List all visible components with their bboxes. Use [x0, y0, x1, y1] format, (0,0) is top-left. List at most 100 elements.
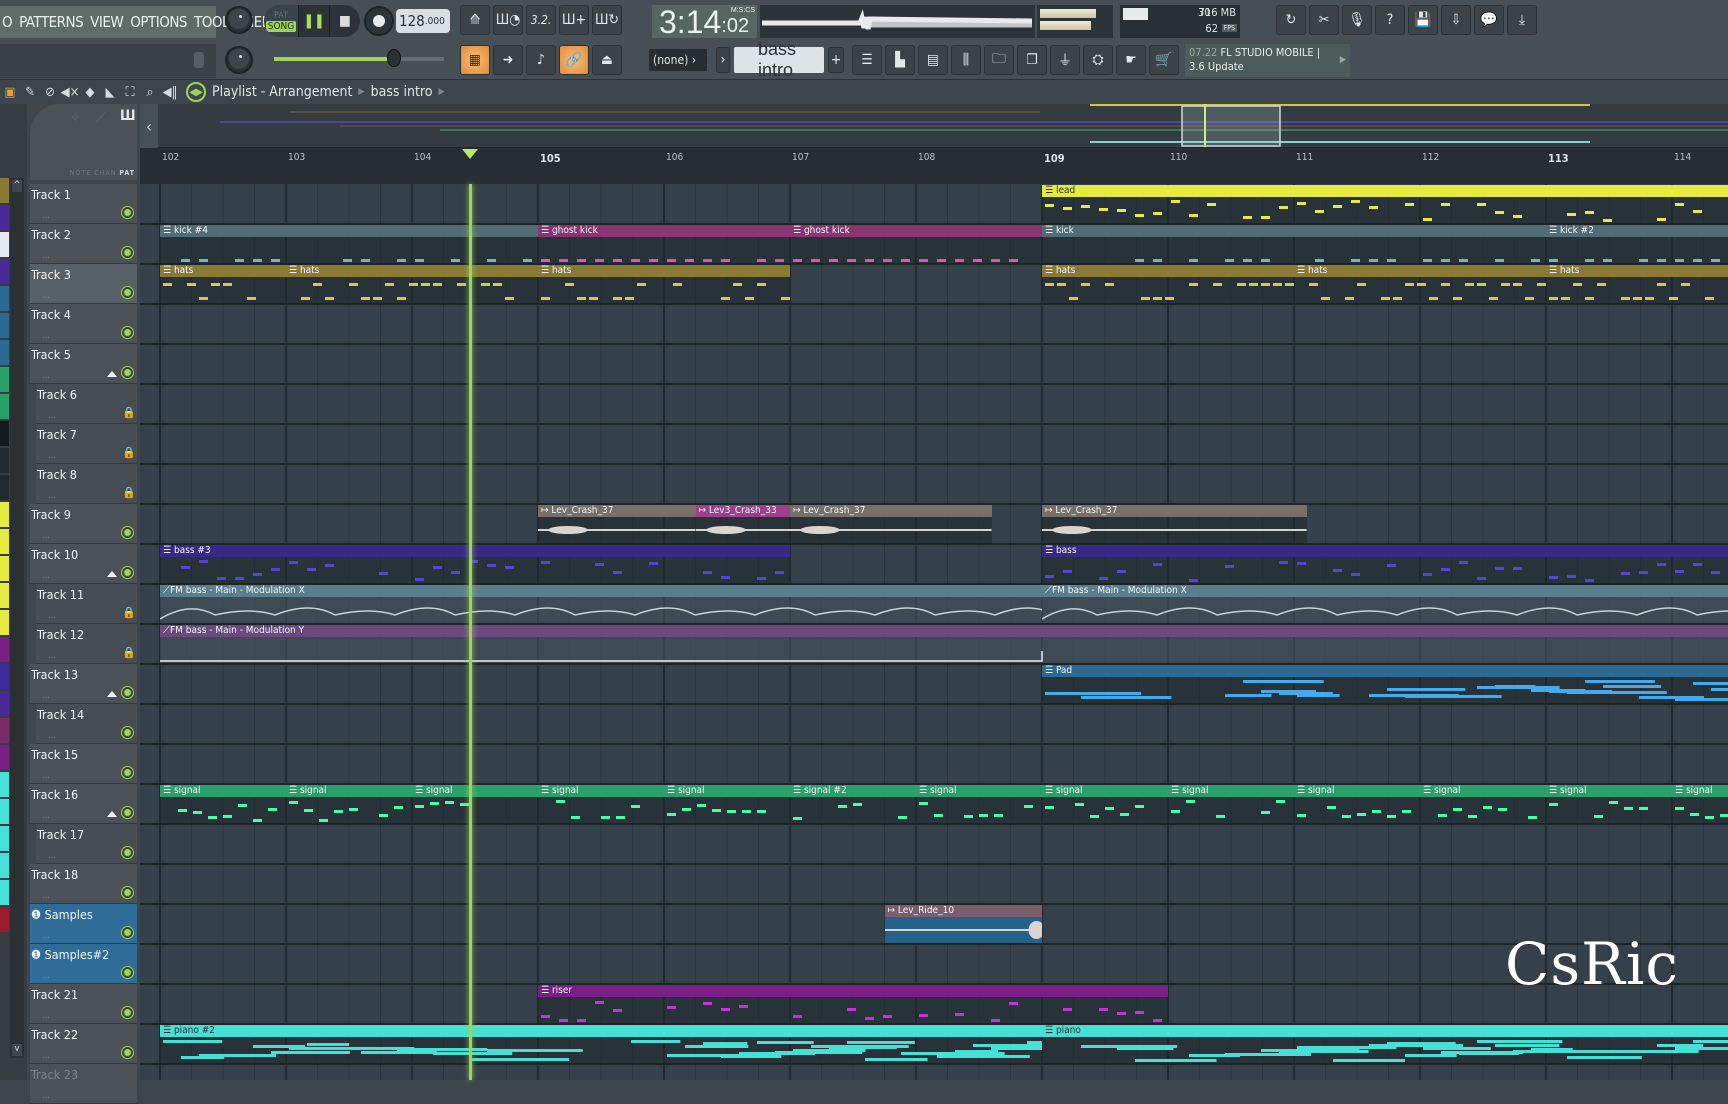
track-menu-dots[interactable]: ... — [42, 931, 50, 941]
pat-song-toggle[interactable]: PAT SONG — [264, 5, 298, 37]
shop-button[interactable]: 🛒 — [1149, 45, 1179, 75]
track-header[interactable]: Track 22... — [30, 1024, 137, 1064]
track-menu-dots[interactable]: ... — [42, 291, 50, 301]
pattern-clip[interactable]: ☰ signal — [1546, 785, 1672, 823]
speaker-play-icon[interactable]: ◀▶ — [186, 82, 206, 102]
pattern-clip[interactable]: ☰ signal — [1294, 785, 1420, 823]
pattern-clip[interactable]: ☰ bass — [1042, 545, 1728, 583]
track-header[interactable]: Track 21... — [30, 984, 137, 1024]
news-panel[interactable]: 07.22 FL STUDIO MOBILE | 3.6 Update ▶ — [1185, 44, 1350, 77]
pattern-clip[interactable]: ☰ signal — [1042, 785, 1168, 823]
audio-clip[interactable]: ↦ Lev3_Crash_33 — [695, 505, 790, 543]
pattern-clip[interactable]: ☰ signal — [538, 785, 664, 823]
master-volume-slider[interactable] — [274, 49, 444, 67]
track-menu-dots[interactable]: ... — [48, 411, 56, 421]
automation-clip[interactable]: ⟋FM bass - Main - Modulation X — [160, 585, 1042, 623]
track-menu-dots[interactable]: ... — [42, 531, 50, 541]
track-header[interactable]: Track 4... — [30, 304, 137, 344]
pattern-clip[interactable]: ☰ hats — [160, 265, 286, 303]
track-mute-led[interactable] — [122, 807, 133, 818]
track-header[interactable]: Track 3... — [30, 264, 137, 304]
channel-select[interactable]: (none) › — [649, 49, 707, 71]
overview-back-button[interactable]: ‹ — [140, 104, 158, 148]
track-header[interactable]: Track 16... — [30, 784, 137, 824]
song-position-clock[interactable]: 3:14:02 M:S:CS — [652, 5, 757, 38]
track-header[interactable]: ❶ Samples#2... — [30, 944, 137, 984]
track-mute-led[interactable] — [122, 287, 133, 298]
track-menu-dots[interactable]: ... — [42, 971, 50, 981]
piano-roll-button[interactable]: ▙ — [885, 45, 915, 75]
stop-button[interactable]: ■ — [329, 5, 360, 37]
track-mute-led[interactable] — [122, 767, 133, 778]
record-button[interactable] — [364, 6, 394, 36]
scroll-up-icon[interactable]: ^ — [12, 180, 22, 192]
pattern-clip[interactable]: ☰ ghost kick — [538, 225, 790, 263]
track-menu-dots[interactable]: ... — [42, 371, 50, 381]
track-mute-led[interactable] — [122, 727, 133, 738]
pattern-clip[interactable]: ☰ signal — [412, 785, 538, 823]
draw-tool-icon[interactable]: ▣ — [0, 85, 20, 100]
picker-pattern-item[interactable] — [0, 610, 9, 635]
track-mute-led[interactable] — [122, 327, 133, 338]
chat-button[interactable]: 💬 — [1474, 5, 1504, 35]
track-menu-dots[interactable]: ... — [48, 651, 56, 661]
pattern-clip[interactable]: ☰ signal — [664, 785, 790, 823]
playhead[interactable] — [468, 184, 472, 1080]
pattern-clip[interactable]: ☰ signal — [1420, 785, 1546, 823]
performance-button[interactable]: ⛭ — [1083, 45, 1113, 75]
track-menu-dots[interactable]: ... — [42, 1051, 50, 1061]
pattern-clip[interactable]: ☰ bass #3 — [160, 545, 790, 583]
picker-pattern-item[interactable] — [0, 853, 9, 878]
menu-patterns[interactable]: PATTERNS — [19, 13, 84, 31]
track-menu-dots[interactable]: ... — [48, 731, 56, 741]
pattern-selector[interactable]: bass intro — [734, 39, 824, 80]
picker-pattern-item[interactable] — [0, 286, 9, 311]
audio-clip[interactable]: ↦ Lev_Crash_37 — [538, 505, 696, 543]
pattern-clip[interactable]: ☰ hats — [1546, 265, 1728, 303]
track-header[interactable]: Track 15... — [30, 744, 137, 784]
picker-pattern-item[interactable] — [0, 529, 9, 554]
picker-pattern-item[interactable] — [0, 556, 9, 581]
menu-options[interactable]: OPTIONS — [130, 13, 187, 31]
pattern-clip[interactable]: ☰ piano #2 — [160, 1025, 1042, 1063]
track-menu-dots[interactable]: ... — [42, 1091, 50, 1101]
pattern-clip[interactable]: ☰ hats — [1042, 265, 1294, 303]
pattern-clip[interactable]: ☰ signal — [160, 785, 286, 823]
track-mute-led[interactable] — [122, 1047, 133, 1058]
track-mute-led[interactable] — [122, 967, 133, 978]
templates-button[interactable]: ❐ — [1017, 45, 1047, 75]
fold-arrow-icon[interactable] — [107, 571, 117, 577]
track-header[interactable]: Track 9... — [30, 504, 137, 544]
track-header[interactable]: Track 12... 🔒 — [36, 624, 137, 664]
audio-clip[interactable]: ↦ Lev_Ride_10 — [884, 905, 1042, 943]
zoom-tool-icon[interactable]: ⌕ — [140, 85, 160, 100]
plugin-database-button[interactable]: ⏚ — [1050, 45, 1080, 75]
picker-pattern-item[interactable] — [0, 880, 9, 905]
track-menu-dots[interactable]: ... — [42, 1011, 50, 1021]
fold-arrow-icon[interactable] — [107, 691, 117, 697]
track-header[interactable]: Track 14... — [36, 704, 137, 744]
pattern-clip[interactable]: ☰ ghost kick — [790, 225, 1042, 263]
picker-pattern-item[interactable] — [0, 421, 9, 446]
lock-icon[interactable]: 🔒 — [122, 447, 136, 459]
download-button[interactable]: ⤓ — [1507, 5, 1537, 35]
track-menu-dots[interactable]: ... — [42, 571, 50, 581]
track-menu-dots[interactable]: ... — [48, 491, 56, 501]
pattern-clip[interactable]: ☰ hats — [1294, 265, 1546, 303]
multilink-button[interactable]: 🔗 — [559, 45, 589, 75]
picker-pattern-item[interactable] — [0, 583, 9, 608]
picker-pattern-item[interactable] — [0, 502, 9, 527]
picker-pattern-item[interactable] — [0, 826, 9, 851]
playhead-marker-icon[interactable] — [461, 149, 478, 159]
pattern-prev-button[interactable]: › — [716, 47, 730, 73]
pause-button[interactable]: ❚❚ — [298, 5, 329, 37]
track-menu-dots[interactable]: ... — [48, 851, 56, 861]
track-menu-dots[interactable]: ... — [42, 891, 50, 901]
track-mute-led[interactable] — [122, 1007, 133, 1018]
pattern-clip[interactable]: ☰ kick #2 — [1546, 225, 1728, 263]
mode-note[interactable]: NOTE — [70, 169, 92, 177]
audio-clip[interactable]: ↦ Lev_Crash_37 — [1042, 505, 1307, 543]
picker-pattern-item[interactable] — [0, 259, 9, 284]
picker-pattern-item[interactable] — [0, 799, 9, 824]
countdown-button[interactable]: 3.2. — [526, 5, 556, 35]
